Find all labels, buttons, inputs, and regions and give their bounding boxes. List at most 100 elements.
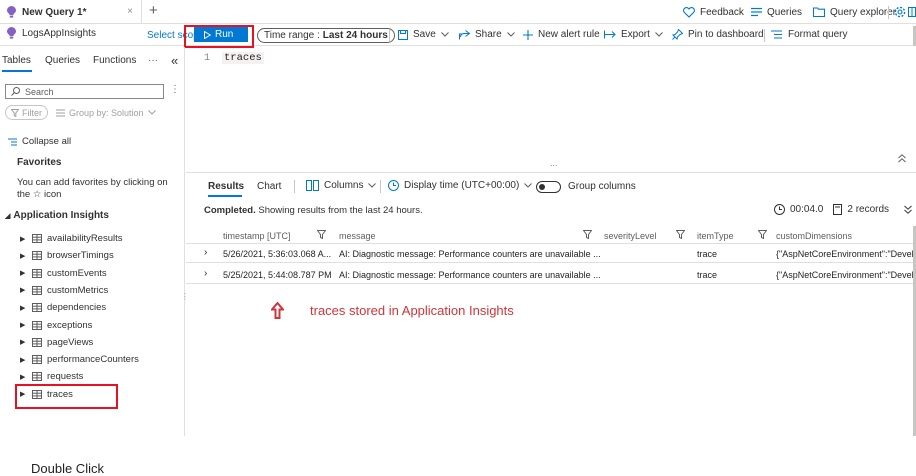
expand-arrow-icon[interactable]: ▶	[20, 286, 30, 294]
divider	[294, 180, 295, 193]
tab-tables[interactable]: Tables	[2, 55, 31, 66]
display-time-button[interactable]: Display time (UTC+00:00)	[388, 180, 533, 191]
more-vertical-icon[interactable]: ⋮	[170, 84, 180, 95]
cell-customdimensions: {"AspNetCoreEnvironment":"Devel	[776, 270, 914, 280]
expand-arrow-icon[interactable]: ▶	[20, 356, 30, 364]
expand-arrow-icon[interactable]: ▶	[20, 304, 30, 312]
divider	[764, 29, 765, 42]
expand-arrow-icon[interactable]: ▶	[20, 235, 30, 243]
duration-value: 00:04.0	[790, 204, 824, 215]
expand-arrow-icon[interactable]: ▶	[20, 338, 30, 346]
table-item-dependencies[interactable]: ▶ dependencies	[20, 301, 106, 314]
new-alert-label: New alert rule	[538, 29, 600, 40]
expand-row-icon[interactable]: ›	[204, 268, 207, 279]
plus-icon	[523, 29, 533, 40]
active-tab-indicator	[208, 195, 242, 197]
section-label: Application Insights	[13, 210, 109, 221]
export-button[interactable]: Export	[604, 29, 663, 40]
line-number: 1	[204, 53, 211, 64]
expand-arrow-icon[interactable]: ▶	[20, 252, 30, 260]
application-insights-section[interactable]: ◢ Application Insights	[5, 210, 109, 221]
format-query-button[interactable]: Format query	[771, 29, 847, 40]
query-text[interactable]: traces	[222, 52, 264, 64]
column-header-customdimensions[interactable]: customDimensions	[776, 231, 852, 241]
filter-icon[interactable]	[758, 230, 767, 239]
table-row[interactable]: › 5/25/2021, 5:44:08.787 PM AI: Diagnost…	[186, 266, 916, 284]
annotation-text: traces stored in Application Insights	[310, 303, 514, 318]
table-icon	[32, 285, 42, 295]
gear-icon[interactable]	[894, 6, 906, 18]
table-name: exceptions	[47, 319, 93, 331]
feedback-button[interactable]: Feedback	[678, 0, 744, 24]
filter-icon[interactable]	[317, 230, 326, 239]
funnel-icon	[11, 108, 19, 117]
table-item-requests[interactable]: ▶ requests	[20, 370, 83, 383]
expand-arrow-icon[interactable]: ▶	[20, 373, 30, 381]
chevron-down-icon	[147, 110, 156, 115]
filter-icon[interactable]	[676, 230, 685, 239]
table-item-pageViews[interactable]: ▶ pageViews	[20, 336, 93, 349]
table-icon	[32, 268, 42, 278]
tab-functions[interactable]: Functions	[93, 55, 136, 66]
query-explorer-button[interactable]: Query explorer	[808, 0, 896, 24]
query-tab[interactable]: New Query 1* ×	[0, 0, 142, 24]
tab-chart[interactable]: Chart	[257, 181, 281, 192]
double-click-note: Double Click	[31, 461, 104, 476]
search-input[interactable]: Search	[5, 84, 164, 99]
table-item-performanceCounters[interactable]: ▶ performanceCounters	[20, 353, 139, 366]
toggle-knob	[539, 184, 545, 190]
collapse-panel-icon[interactable]: «	[171, 53, 178, 68]
save-button[interactable]: Save	[398, 29, 449, 40]
tab-results[interactable]: Results	[208, 181, 244, 192]
more-options-icon[interactable]: ···	[148, 55, 158, 66]
table-name: pageViews	[47, 336, 94, 348]
table-item-customEvents[interactable]: ▶ customEvents	[20, 267, 107, 280]
column-header-timestamp[interactable]: timestamp [UTC]	[223, 231, 291, 241]
record-count: 2 records	[847, 204, 890, 215]
table-item-exceptions[interactable]: ▶ exceptions	[20, 319, 92, 332]
query-editor[interactable]: 1 traces ...	[186, 47, 916, 173]
share-button[interactable]: Share	[459, 29, 515, 40]
new-alert-rule-button[interactable]: New alert rule	[523, 29, 600, 40]
traces-highlight-box	[15, 384, 118, 409]
queries-button[interactable]: Queries	[746, 0, 802, 24]
group-by-button[interactable]: Group by: Solution	[56, 108, 156, 118]
filter-button[interactable]: Filter	[5, 105, 48, 120]
expand-arrow-icon[interactable]: ▶	[20, 269, 30, 277]
column-header-severity[interactable]: severityLevel	[604, 231, 657, 241]
book-icon[interactable]	[908, 7, 916, 17]
splitter-handle[interactable]: ...	[550, 158, 558, 168]
expand-editor-icon[interactable]	[898, 154, 906, 163]
table-name: requests	[47, 371, 84, 383]
table-item-browserTimings[interactable]: ▶ browserTimings	[20, 249, 114, 262]
query-tab-title: New Query 1*	[22, 6, 87, 18]
table-name: customMetrics	[47, 284, 109, 296]
table-item-customMetrics[interactable]: ▶ customMetrics	[20, 284, 108, 297]
expand-arrow-icon[interactable]: ▶	[20, 321, 30, 329]
group-columns-toggle[interactable]	[536, 181, 561, 193]
save-icon	[398, 29, 408, 40]
column-header-itemtype[interactable]: itemType	[697, 231, 734, 241]
columns-button[interactable]: Columns	[306, 180, 377, 191]
collapse-all-button[interactable]: Collapse all	[8, 136, 71, 147]
expand-row-icon[interactable]: ›	[204, 247, 207, 258]
pin-icon	[672, 29, 683, 40]
collapse-icon	[8, 138, 17, 146]
status-text: Showing results from the last 24 hours.	[258, 205, 423, 216]
filter-icon[interactable]	[583, 230, 592, 239]
close-tab-icon[interactable]: ×	[127, 6, 133, 17]
collapse-results-icon[interactable]	[904, 205, 912, 214]
cell-timestamp: 5/25/2021, 5:44:08.787 PM	[223, 270, 332, 280]
lightbulb-icon	[7, 27, 16, 39]
table-icon	[32, 355, 42, 365]
time-range-picker[interactable]: Time range : Last 24 hours	[257, 28, 395, 43]
table-item-availabilityResults[interactable]: ▶ availabilityResults	[20, 232, 123, 245]
display-time-label: Display time (UTC+00:00)	[404, 180, 520, 191]
pin-to-dashboard-button[interactable]: Pin to dashboard	[672, 29, 764, 40]
tab-queries[interactable]: Queries	[45, 55, 80, 66]
new-tab-icon[interactable]: +	[149, 3, 158, 19]
queries-label: Queries	[767, 6, 803, 18]
column-header-message[interactable]: message	[339, 231, 376, 241]
run-highlight-box	[184, 25, 254, 48]
table-row[interactable]: › 5/26/2021, 5:36:03.068 A... AI: Diagno…	[186, 245, 916, 263]
